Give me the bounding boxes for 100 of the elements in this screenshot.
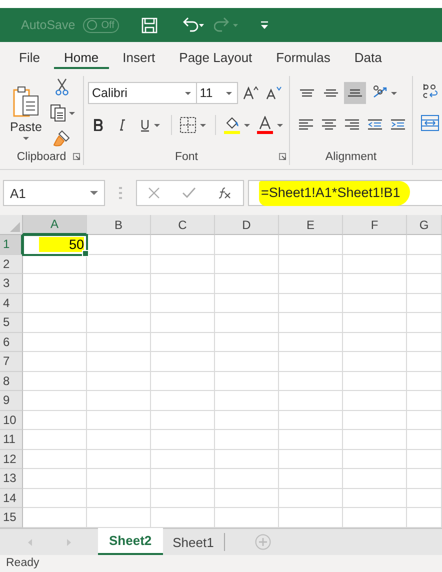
ribbon-tab[interactable]: Home <box>54 42 109 72</box>
sheet-tab[interactable]: Sheet2 <box>98 528 163 555</box>
table-cell[interactable] <box>151 274 215 294</box>
table-cell[interactable] <box>343 372 407 391</box>
table-cell[interactable] <box>407 294 442 313</box>
table-cell[interactable] <box>407 430 442 450</box>
format-painter-button[interactable] <box>53 130 72 148</box>
table-cell[interactable] <box>407 332 442 352</box>
paste-button[interactable]: Paste <box>4 76 48 149</box>
table-cell[interactable] <box>87 313 151 332</box>
dialog-launcher-icon[interactable] <box>279 153 286 160</box>
row-header[interactable]: 1 <box>0 235 23 254</box>
table-cell[interactable] <box>215 410 279 430</box>
table-cell[interactable] <box>151 430 215 450</box>
cut-button[interactable] <box>55 78 70 96</box>
table-cell[interactable] <box>23 254 87 274</box>
table-cell[interactable] <box>87 391 151 410</box>
table-cell[interactable] <box>279 430 343 450</box>
cancel-button[interactable] <box>148 187 160 199</box>
row-header[interactable]: 5 <box>0 313 23 332</box>
table-cell[interactable] <box>151 488 215 508</box>
table-cell[interactable] <box>23 410 87 430</box>
fill-handle[interactable] <box>82 250 89 256</box>
row-header[interactable]: 11 <box>0 430 23 450</box>
column-header[interactable]: G <box>407 215 442 235</box>
table-cell[interactable] <box>343 352 407 372</box>
table-cell[interactable] <box>151 391 215 410</box>
table-cell[interactable] <box>23 372 87 391</box>
table-cell[interactable] <box>151 332 215 352</box>
ribbon-tab[interactable]: Page Layout <box>169 42 262 72</box>
table-cell[interactable] <box>151 235 215 254</box>
ribbon-tab[interactable]: Formulas <box>266 42 340 72</box>
table-cell[interactable] <box>279 254 343 274</box>
table-cell[interactable] <box>23 450 87 469</box>
table-cell[interactable] <box>279 450 343 469</box>
table-cell[interactable] <box>279 488 343 508</box>
column-header[interactable]: A <box>23 215 87 235</box>
table-cell[interactable] <box>23 313 87 332</box>
table-cell[interactable] <box>343 235 407 254</box>
save-icon[interactable] <box>141 16 158 34</box>
row-header[interactable]: 12 <box>0 450 23 469</box>
table-cell[interactable] <box>279 469 343 488</box>
previous-sheet-button[interactable] <box>28 538 32 546</box>
table-cell[interactable] <box>343 450 407 469</box>
table-cell[interactable] <box>407 469 442 488</box>
table-cell[interactable] <box>87 352 151 372</box>
row-header[interactable]: 7 <box>0 352 23 372</box>
table-cell[interactable] <box>215 469 279 488</box>
ribbon-tab[interactable]: File <box>9 42 50 72</box>
merge-center-button[interactable] <box>419 112 441 134</box>
insert-function-button[interactable] <box>218 187 232 199</box>
table-cell[interactable] <box>343 332 407 352</box>
table-cell[interactable] <box>23 430 87 450</box>
sheet-tab[interactable]: Sheet1 <box>162 533 225 551</box>
table-cell[interactable] <box>215 391 279 410</box>
table-cell[interactable] <box>87 372 151 391</box>
table-cell[interactable] <box>23 332 87 352</box>
column-header[interactable]: E <box>279 215 343 235</box>
row-header[interactable]: 14 <box>0 488 23 508</box>
customize-caret-icon[interactable] <box>260 20 270 30</box>
table-cell[interactable] <box>279 313 343 332</box>
table-cell[interactable] <box>279 410 343 430</box>
table-cell[interactable] <box>279 274 343 294</box>
table-cell[interactable] <box>279 235 343 254</box>
select-all-icon[interactable] <box>10 222 20 232</box>
copy-button[interactable] <box>50 104 75 122</box>
table-cell[interactable] <box>151 469 215 488</box>
table-cell[interactable] <box>407 450 442 469</box>
table-cell[interactable] <box>23 469 87 488</box>
table-cell[interactable] <box>23 352 87 372</box>
table-cell[interactable] <box>151 410 215 430</box>
table-cell[interactable] <box>87 430 151 450</box>
row-header[interactable]: 3 <box>0 274 23 294</box>
table-cell[interactable] <box>87 274 151 294</box>
table-cell[interactable] <box>343 294 407 313</box>
table-cell[interactable] <box>407 274 442 294</box>
table-cell[interactable] <box>215 352 279 372</box>
table-cell[interactable] <box>151 313 215 332</box>
table-cell[interactable] <box>215 254 279 274</box>
table-cell[interactable] <box>87 254 151 274</box>
table-cell[interactable] <box>87 294 151 313</box>
table-cell[interactable] <box>407 488 442 508</box>
table-cell[interactable] <box>215 294 279 313</box>
row-header[interactable]: 2 <box>0 254 23 274</box>
font-name-dropdown[interactable]: Calibri <box>88 82 197 104</box>
column-header[interactable]: C <box>151 215 215 235</box>
table-cell[interactable] <box>407 372 442 391</box>
table-cell[interactable] <box>279 294 343 313</box>
table-cell[interactable] <box>407 235 442 254</box>
table-cell[interactable] <box>215 274 279 294</box>
table-cell[interactable] <box>151 254 215 274</box>
table-cell[interactable] <box>87 410 151 430</box>
row-header[interactable]: 15 <box>0 508 23 528</box>
table-cell[interactable] <box>23 274 87 294</box>
table-cell[interactable] <box>343 254 407 274</box>
table-cell[interactable] <box>407 313 442 332</box>
table-cell[interactable] <box>343 313 407 332</box>
name-box[interactable]: A1 <box>3 180 105 206</box>
table-cell[interactable] <box>215 332 279 352</box>
row-header[interactable]: 9 <box>0 391 23 410</box>
